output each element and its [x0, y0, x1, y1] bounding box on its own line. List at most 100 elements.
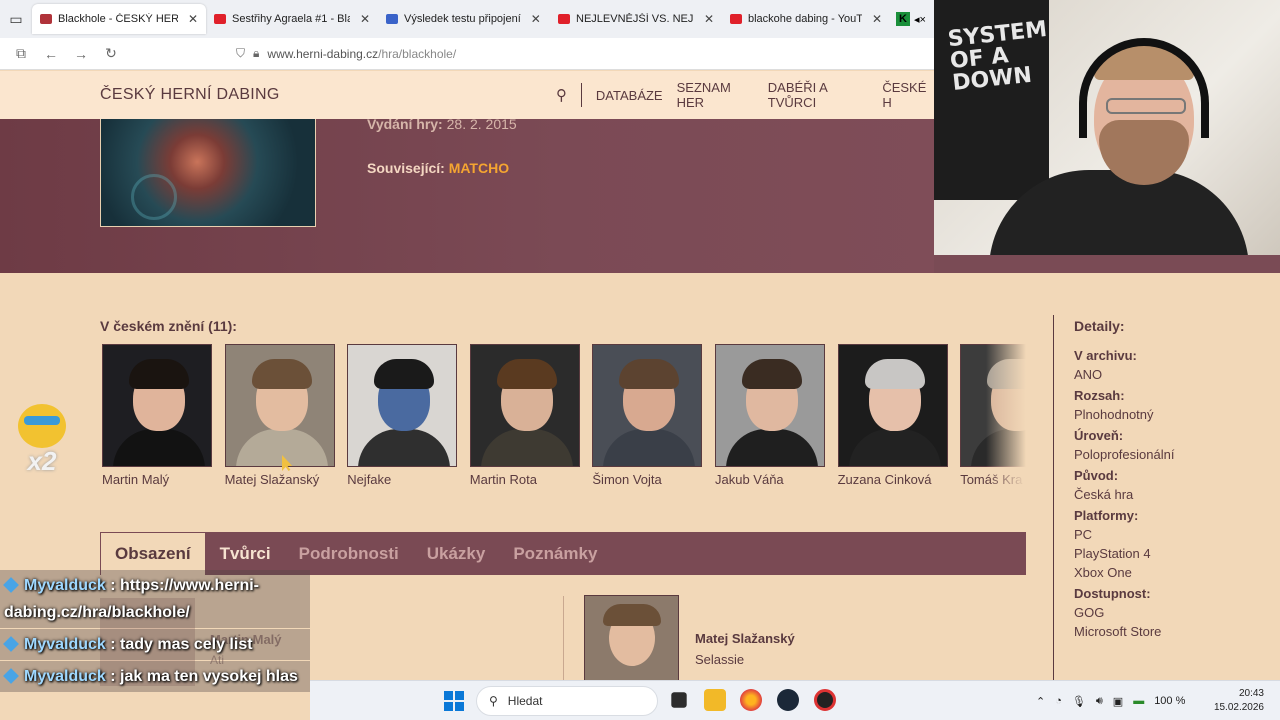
extra-tab[interactable]: K ◂×: [890, 12, 926, 26]
tab-title: blackohe dabing - YouTube: [748, 13, 862, 25]
cast-photo[interactable]: [224, 344, 335, 467]
cast-photo[interactable]: [837, 344, 948, 467]
tab-close-icon[interactable]: ✕: [704, 12, 714, 26]
cast-name[interactable]: Nejfake: [347, 472, 457, 487]
tab-favicon-icon: [40, 14, 52, 24]
system-tray: ⌃ ◔ 🎙︎ 🔊︎ ▣ ▬ 100 %: [1036, 681, 1185, 720]
obs-icon[interactable]: [814, 689, 836, 711]
cast-photo[interactable]: [715, 344, 825, 467]
cast-photo[interactable]: [102, 344, 212, 467]
firefox-icon[interactable]: [740, 689, 762, 711]
windows-start-icon[interactable]: [444, 691, 464, 711]
cast-member[interactable]: Šimon Vojta: [592, 344, 703, 487]
tab-favicon-icon: [730, 14, 742, 24]
cast-photo[interactable]: [592, 344, 703, 467]
content-tab[interactable]: Ukázky: [413, 532, 500, 575]
role-divider: [563, 596, 564, 686]
taskbar-clock[interactable]: 20:43 15.02.2026: [1214, 687, 1264, 715]
forward-icon[interactable]: →: [66, 46, 96, 62]
shield-icon[interactable]: ⛉: [236, 46, 245, 61]
photo-body: [603, 429, 696, 466]
microphone-icon[interactable]: 🎙︎: [1072, 695, 1086, 708]
menu-item-ceske[interactable]: ČESKÉ H: [882, 80, 934, 110]
detail-value: PC: [1074, 527, 1093, 542]
cast-member[interactable]: Martin Rota: [469, 344, 580, 487]
cast-name[interactable]: Matej Slažanský: [225, 472, 335, 487]
battery-percent: 100 %: [1154, 695, 1186, 707]
photo-body: [848, 429, 941, 466]
role-actor-name-2[interactable]: Matej Slažanský: [695, 631, 795, 646]
network-icon[interactable]: ◔: [1055, 695, 1062, 707]
lock-icon[interactable]: 🔒︎: [253, 46, 259, 61]
browser-tab[interactable]: blackohe dabing - YouTube ✕: [722, 4, 890, 34]
site-logo[interactable]: ČESKÝ HERNÍ DABING: [100, 86, 280, 104]
detail-value: Microsoft Store: [1074, 624, 1162, 639]
cast-photo[interactable]: [469, 344, 580, 467]
related-link[interactable]: MATCHO: [449, 160, 509, 176]
browser-tab[interactable]: Výsledek testu připojení ✕: [378, 4, 550, 34]
tab-favicon-icon: [214, 14, 226, 24]
cast-carousel[interactable]: Martin Malý Matej Slažanský Nejfake Martin …: [102, 344, 1026, 494]
display-icon[interactable]: ▣: [1113, 695, 1123, 708]
cast-name[interactable]: Martin Malý: [102, 472, 212, 487]
cast-member[interactable]: Jakub Váňa: [715, 344, 825, 487]
content-tab[interactable]: Obsazení: [100, 532, 206, 575]
tab-list-icon[interactable]: ▭: [0, 0, 32, 38]
sidebar-toggle-icon[interactable]: ⧉: [6, 45, 36, 62]
cast-member[interactable]: Matej Slažanský: [224, 344, 335, 487]
tray-expand-icon[interactable]: ⌃: [1036, 695, 1045, 708]
address-bar[interactable]: ⛉ 🔒︎ www.herni-dabing.cz/hra/blackhole/: [236, 46, 456, 61]
detail-value: ANO: [1074, 367, 1103, 382]
taskbar-search-placeholder: Hledat: [507, 694, 543, 708]
file-explorer-icon[interactable]: [704, 689, 726, 711]
chat-badge-icon: [3, 668, 19, 684]
battery-icon[interactable]: ▬: [1133, 695, 1144, 707]
site-header: ČESKÝ HERNÍ DABING ⚲ DATABÁZE SEZNAM HER…: [0, 71, 934, 119]
detail-label: Platformy:: [1074, 508, 1139, 523]
photo-hair: [864, 359, 925, 389]
cast-member[interactable]: Zuzana Cinková: [837, 344, 948, 487]
hanging-shirt: SYSTEM OF A DOWN: [934, 0, 1049, 200]
cast-member[interactable]: Martin Malý: [102, 344, 212, 487]
cast-name[interactable]: Martin Rota: [470, 472, 580, 487]
menu-item-seznam-her[interactable]: SEZNAM HER: [677, 80, 754, 110]
release-label: Vydání hry:: [367, 116, 443, 132]
tab-close-icon[interactable]: ✕: [531, 12, 541, 26]
browser-tab[interactable]: NEJLEVNĚJŠÍ VS. NEJLEPŠÍ L ✕: [550, 4, 722, 34]
browser-tab[interactable]: Blackhole - ČESKÝ HERNÍ DA ✕: [32, 4, 206, 34]
volume-icon[interactable]: 🔊︎: [1096, 695, 1103, 708]
tab-favicon-icon: [386, 14, 398, 24]
taskbar-search[interactable]: ⚲ Hledat: [476, 686, 658, 716]
menu-item-databaze[interactable]: DATABÁZE: [596, 88, 663, 103]
tab-close-icon[interactable]: ✕: [872, 12, 882, 26]
k-favicon-icon: K: [896, 12, 910, 26]
task-view-icon[interactable]: [671, 692, 687, 708]
content-tab[interactable]: Podrobnosti: [285, 532, 413, 575]
release-value: 28. 2. 2015: [446, 116, 517, 132]
steam-icon[interactable]: [777, 689, 799, 711]
shirt-print: SYSTEM OF A DOWN: [946, 16, 1049, 97]
cast-name[interactable]: Zuzana Cinková: [838, 472, 948, 487]
detail-value: Poloprofesionální: [1074, 447, 1175, 462]
tab-close-icon[interactable]: ✕: [360, 12, 370, 26]
cast-photo[interactable]: [347, 344, 458, 467]
content-tab[interactable]: Tvůrci: [206, 532, 285, 575]
browser-tab[interactable]: Sestřihy Agraela #1 - Blackh ✕: [206, 4, 378, 34]
site-menu: ⚲ DATABÁZE SEZNAM HER DABÉŘI A TVŮRCI ČE…: [556, 80, 934, 110]
cast-name[interactable]: Jakub Váňa: [715, 472, 825, 487]
role-actor-photo-2[interactable]: [584, 595, 679, 685]
cast-member[interactable]: Nejfake: [347, 344, 458, 487]
tab-close-icon[interactable]: ✕: [188, 12, 198, 26]
release-date: Vydání hry: 28. 2. 2015: [367, 116, 517, 132]
role-character-name-2: Selassie: [695, 652, 745, 667]
search-icon[interactable]: ⚲: [556, 86, 567, 104]
content-tab[interactable]: Poznámky: [499, 532, 611, 575]
reload-icon[interactable]: ↻: [96, 45, 126, 62]
detail-value: Plnohodnotný: [1074, 407, 1154, 422]
mute-icon[interactable]: ◂×: [914, 13, 926, 26]
chat-badge-icon: [3, 577, 19, 593]
menu-item-daberi[interactable]: DABÉŘI A TVŮRCI: [768, 80, 869, 110]
detail-label: Úroveň:: [1074, 428, 1124, 443]
cast-name[interactable]: Šimon Vojta: [592, 472, 702, 487]
back-icon[interactable]: ←: [36, 46, 66, 62]
